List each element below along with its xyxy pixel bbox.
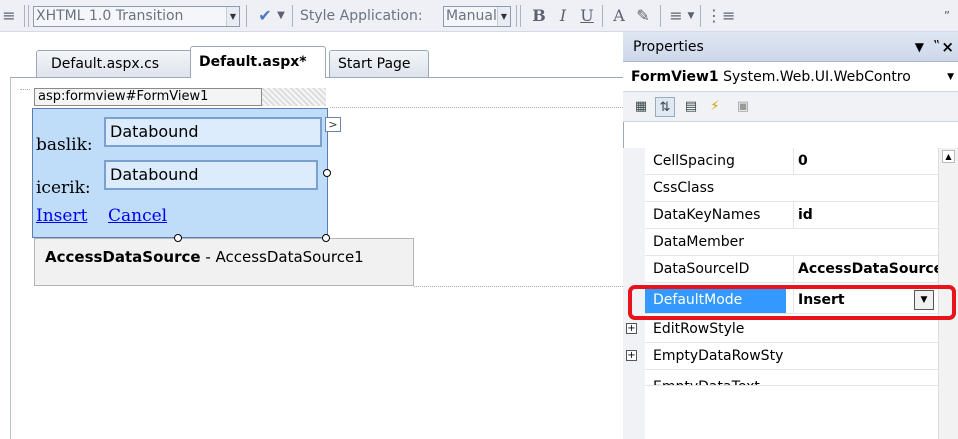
- window-position-icon[interactable]: ▼: [915, 32, 924, 62]
- resize-handle[interactable]: [323, 169, 331, 177]
- style-application-value: Manual: [446, 8, 497, 24]
- categorized-icon[interactable]: ▦: [631, 97, 651, 117]
- tab-label: Default.aspx*: [199, 54, 307, 70]
- property-value[interactable]: id: [793, 202, 938, 228]
- property-name: CssClass: [653, 180, 715, 196]
- property-name: EmptyDataText: [653, 374, 788, 385]
- alphabetical-icon[interactable]: ⇅: [655, 97, 675, 117]
- bold-icon[interactable]: B: [530, 5, 548, 27]
- guide-line: [20, 89, 30, 90]
- properties-toolbar: ▦ ⇅ ▤ ⚡ ▣: [623, 92, 958, 122]
- tab-default-aspx[interactable]: Default.aspx*: [190, 46, 326, 78]
- datasource-separator: -: [200, 248, 216, 266]
- tab-label: Default.aspx.cs: [51, 56, 160, 72]
- formview-tag[interactable]: asp:formview#FormView1: [34, 88, 262, 106]
- property-row-cssclass[interactable]: CssClass: [645, 175, 938, 202]
- doctype-select[interactable]: XHTML 1.0 Transition ▼: [33, 6, 240, 27]
- properties-title: Properties: [633, 39, 704, 55]
- property-row-cellspacing[interactable]: CellSpacing 0: [645, 148, 938, 175]
- property-row-datasourceid[interactable]: DataSourceID AccessDataSource: [645, 256, 938, 283]
- resize-handle[interactable]: [174, 234, 182, 242]
- expand-icon[interactable]: +: [626, 323, 637, 334]
- insert-link[interactable]: Insert: [36, 206, 87, 226]
- property-name: DataSourceID: [653, 261, 750, 277]
- bullet-list-icon[interactable]: ⋮≡: [706, 5, 735, 27]
- property-value[interactable]: 0: [793, 148, 938, 174]
- property-name: DataMember: [653, 234, 745, 250]
- baslik-label: baslik:: [36, 135, 93, 155]
- datasource-name: AccessDataSource1: [215, 248, 364, 266]
- property-name: EmptyDataRowSty: [653, 348, 784, 364]
- expand-icon[interactable]: +: [626, 350, 637, 361]
- chevron-down-icon[interactable]: ▼: [947, 62, 954, 91]
- icerik-label: icerik:: [36, 178, 91, 198]
- chevron-down-icon[interactable]: ▼: [226, 7, 239, 26]
- property-row-datakeynames[interactable]: DataKeyNames id: [645, 202, 938, 229]
- chevron-down-icon[interactable]: ▼: [686, 5, 696, 27]
- properties-title-bar: Properties ▼ ‟ ×: [623, 32, 958, 62]
- underline-icon[interactable]: U: [578, 5, 596, 27]
- guide-line: [414, 286, 623, 287]
- tag-hatch: [262, 88, 326, 106]
- icerik-field[interactable]: Databound: [104, 160, 318, 190]
- style-application-label: Style Application:: [300, 8, 423, 24]
- object-selector[interactable]: FormView1 System.Web.UI.WebContro ▼: [623, 62, 958, 92]
- object-name: FormView1: [631, 69, 719, 85]
- pin-icon[interactable]: ‟: [933, 32, 940, 62]
- property-row-emptydatarowstyle[interactable]: EmptyDataRowSty: [645, 343, 938, 370]
- cancel-link[interactable]: Cancel: [108, 206, 167, 226]
- style-application-select[interactable]: Manual ▼: [443, 6, 511, 27]
- guide-line: [330, 107, 623, 108]
- highlight-icon[interactable]: ✎: [632, 5, 654, 27]
- align-icon[interactable]: ≡: [666, 5, 686, 27]
- highlight-annotation: [628, 285, 956, 320]
- smart-tag-button[interactable]: >: [325, 117, 341, 132]
- toolbar: ≡ XHTML 1.0 Transition ▼ ✔ ▼ Style Appli…: [0, 0, 958, 32]
- page-icon[interactable]: ≡: [2, 5, 16, 27]
- validation-icon[interactable]: ✔: [254, 5, 276, 27]
- properties-icon[interactable]: ▤: [681, 97, 701, 117]
- overflow-icon[interactable]: ”: [940, 5, 954, 27]
- font-color-icon[interactable]: A: [608, 5, 630, 27]
- scroll-up-icon[interactable]: ▲: [942, 150, 955, 163]
- property-value[interactable]: AccessDataSource: [793, 256, 938, 282]
- tab-default-aspx-cs[interactable]: Default.aspx.cs: [36, 50, 194, 78]
- property-name: CellSpacing: [653, 153, 735, 169]
- baslik-field[interactable]: Databound: [104, 117, 322, 147]
- chevron-down-icon[interactable]: ▼: [497, 7, 510, 26]
- property-pages-icon[interactable]: ▣: [733, 97, 753, 117]
- close-icon[interactable]: ×: [941, 32, 954, 62]
- object-type: System.Web.UI.WebContro: [723, 69, 911, 85]
- defaultmode-dropdown-button[interactable]: ▼: [914, 290, 934, 310]
- doctype-value: XHTML 1.0 Transition: [36, 8, 184, 24]
- property-row-editrowstyle[interactable]: EditRowStyle: [645, 316, 938, 343]
- events-icon[interactable]: ⚡: [705, 97, 725, 117]
- tab-label: Start Page: [338, 56, 411, 72]
- datasource-type: AccessDataSource: [45, 248, 201, 266]
- overflow-icon[interactable]: ▼: [276, 5, 286, 27]
- property-row-datamember[interactable]: DataMember: [645, 229, 938, 256]
- property-name: DataKeyNames: [653, 207, 761, 223]
- property-row-emptydatatext[interactable]: EmptyDataText: [645, 370, 938, 386]
- italic-icon[interactable]: I: [554, 5, 572, 27]
- tab-start-page[interactable]: Start Page: [329, 50, 429, 78]
- access-datasource-control[interactable]: AccessDataSource - AccessDataSource1: [34, 238, 414, 286]
- resize-handle[interactable]: [322, 234, 330, 242]
